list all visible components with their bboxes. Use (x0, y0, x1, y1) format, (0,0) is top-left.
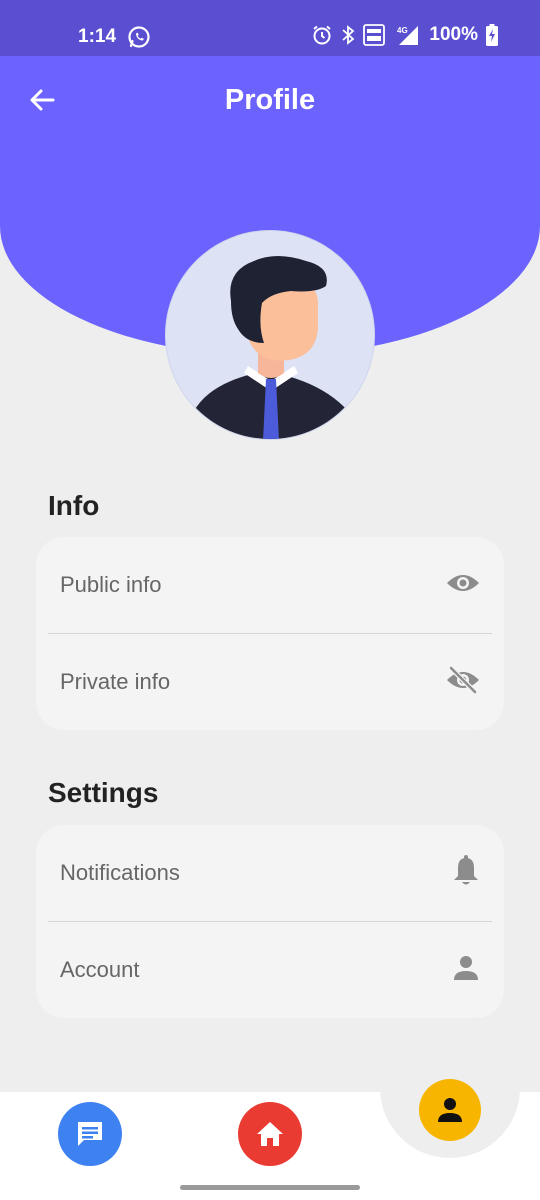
settings-card: Notifications Account (36, 825, 504, 1018)
eye-icon (446, 571, 480, 600)
alarm-icon (311, 24, 333, 46)
4g-signal-icon: 4G (393, 24, 419, 46)
chat-icon (78, 1122, 102, 1146)
person-icon (452, 954, 480, 987)
account-label: Account (60, 957, 140, 982)
bluetooth-icon (341, 24, 355, 46)
battery-percent: 100% (429, 24, 478, 45)
notifications-label: Notifications (60, 860, 180, 885)
section-title-settings: Settings (48, 777, 159, 808)
status-icons: 4G 100% (311, 24, 498, 46)
home-indicator[interactable] (180, 1185, 360, 1190)
status-time: 1:14 (78, 26, 117, 47)
private-info-label: Private info (60, 669, 171, 694)
home-icon (257, 1122, 283, 1146)
private-info-row[interactable]: Private info (36, 634, 504, 730)
bell-icon (452, 854, 480, 892)
volte-icon (363, 24, 386, 46)
person-icon (438, 1098, 462, 1122)
battery-charging-icon (486, 24, 498, 46)
eye-off-icon (446, 665, 480, 699)
nav-home-button[interactable] (238, 1102, 302, 1166)
avatar (165, 230, 375, 440)
page-title: Profile (224, 84, 316, 116)
status-bar: 1:14 4G 100% (0, 0, 540, 56)
info-card: Public info Private info (36, 537, 504, 730)
account-row[interactable]: Account (36, 922, 504, 1018)
public-info-row[interactable]: Public info (36, 537, 504, 633)
public-info-label: Public info (60, 572, 162, 597)
section-title-info: Info (48, 490, 100, 521)
notifications-row[interactable]: Notifications (36, 825, 504, 921)
svg-text:4G: 4G (397, 26, 408, 35)
nav-chat-button[interactable] (58, 1102, 122, 1166)
whatsapp-icon (127, 25, 151, 49)
nav-profile-button[interactable] (419, 1079, 481, 1141)
